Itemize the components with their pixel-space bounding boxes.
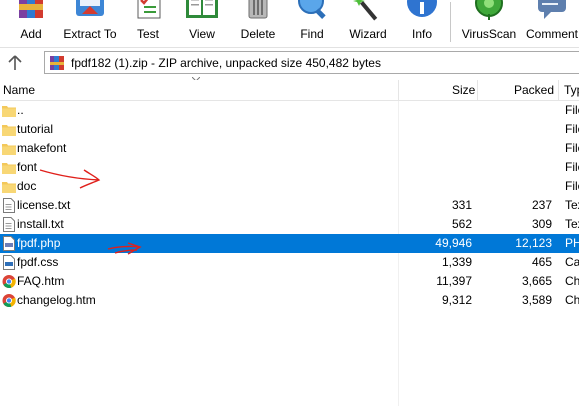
file-type: Tex (565, 217, 579, 231)
folder-icon (2, 163, 16, 174)
winrar-archive-icon (50, 56, 64, 70)
file-type: File (565, 103, 579, 117)
comment-icon (538, 0, 566, 19)
file-name: changelog.htm (17, 293, 96, 307)
file-row[interactable]: doc File (0, 177, 579, 196)
open-book-icon (186, 0, 218, 18)
archive-path-field[interactable]: fpdf182 (1).zip - ZIP archive, unpacked … (44, 51, 579, 74)
add-button[interactable]: Add (9, 0, 53, 46)
file-size: 49,946 (435, 236, 472, 250)
file-type: File (565, 122, 579, 136)
delete-button[interactable]: Delete (236, 0, 280, 46)
file-packed-size: 237 (531, 198, 552, 212)
file-row[interactable]: makefont File (0, 139, 579, 158)
magnifier-icon (298, 0, 326, 19)
file-size: 11,397 (436, 274, 472, 288)
file-type: Ca (565, 255, 579, 269)
text-file-icon (3, 198, 15, 213)
file-packed-size: 3,589 (521, 293, 552, 307)
file-row[interactable]: changelog.htm 9,312 3,589 Ch (0, 291, 579, 310)
comment-button[interactable]: Comment (524, 0, 579, 46)
file-size: 562 (451, 217, 472, 231)
folder-icon (2, 182, 16, 193)
info-button[interactable]: Info (402, 0, 442, 46)
php-file-icon (3, 236, 15, 251)
file-type: Ch (565, 274, 579, 288)
extract-to-button[interactable]: Extract To (60, 0, 120, 46)
file-type: Tex (565, 198, 579, 212)
virus-scan-icon (475, 0, 503, 20)
file-name: .. (17, 103, 24, 117)
column-header: Name Size Packed Typ (0, 80, 579, 101)
file-name: license.txt (17, 198, 71, 212)
file-type: PH (565, 236, 579, 250)
file-name: tutorial (17, 122, 54, 136)
file-name: font (17, 160, 38, 174)
test-checklist-icon (137, 0, 161, 19)
file-row[interactable]: license.txt 331 237 Tex (0, 196, 579, 215)
file-row[interactable]: install.txt 562 309 Tex (0, 215, 579, 234)
file-type: File (565, 160, 579, 174)
column-name[interactable]: Name (3, 80, 35, 100)
text-file-icon (3, 217, 15, 232)
file-packed-size: 309 (531, 217, 552, 231)
file-row[interactable]: fpdf.css 1,339 465 Ca (0, 253, 579, 272)
find-button[interactable]: Find (292, 0, 332, 46)
archive-path-text: fpdf182 (1).zip - ZIP archive, unpacked … (71, 56, 381, 70)
file-name: FAQ.htm (17, 274, 65, 288)
css-file-icon (3, 255, 15, 270)
column-divider[interactable] (558, 80, 559, 100)
column-type[interactable]: Typ (564, 80, 579, 100)
file-size: 331 (451, 198, 472, 212)
file-size: 1,339 (441, 255, 472, 269)
file-row[interactable]: .. File (0, 101, 579, 120)
folder-icon (2, 144, 16, 155)
file-row[interactable]: tutorial File (0, 120, 579, 139)
file-name: fpdf.css (17, 255, 59, 269)
file-packed-size: 12,123 (515, 236, 552, 250)
file-size: 9,312 (441, 293, 472, 307)
toolbar: Add Extract To Test View Delete Find Wiz… (0, 0, 579, 46)
column-packed[interactable]: Packed (514, 80, 554, 100)
extract-folder-icon (76, 0, 104, 16)
folder-icon (2, 106, 16, 117)
chrome-icon (2, 275, 16, 289)
file-type: File (565, 141, 579, 155)
address-bar: fpdf182 (1).zip - ZIP archive, unpacked … (0, 47, 579, 78)
file-type: File (565, 179, 579, 193)
up-arrow-icon[interactable] (4, 52, 26, 74)
view-button[interactable]: View (180, 0, 224, 46)
file-name: doc (17, 179, 37, 193)
column-size[interactable]: Size (452, 80, 475, 100)
file-name: install.txt (17, 217, 64, 231)
file-row[interactable]: fpdf.php 49,946 12,123 PH (0, 234, 579, 253)
toolbar-separator (450, 2, 451, 42)
file-row[interactable]: font File (0, 158, 579, 177)
virusscan-button[interactable]: VirusScan (460, 0, 518, 46)
wizard-button[interactable]: Wizard (346, 0, 390, 46)
folder-icon (2, 125, 16, 136)
file-name: fpdf.php (17, 236, 61, 250)
file-packed-size: 465 (531, 255, 552, 269)
magic-wand-icon (353, 0, 378, 21)
file-packed-size: 3,665 (521, 274, 552, 288)
column-divider[interactable] (398, 80, 399, 100)
winrar-books-icon (19, 0, 43, 18)
info-icon (407, 0, 437, 17)
file-list: ..FiletutorialFilemakefontFilefontFiledo… (0, 101, 579, 406)
test-button[interactable]: Test (128, 0, 168, 46)
file-row[interactable]: FAQ.htm 11,397 3,665 Ch (0, 272, 579, 291)
chrome-icon (2, 294, 16, 308)
file-type: Ch (565, 293, 579, 307)
trash-can-icon (248, 0, 268, 19)
file-name: makefont (17, 141, 67, 155)
column-divider[interactable] (477, 80, 478, 100)
